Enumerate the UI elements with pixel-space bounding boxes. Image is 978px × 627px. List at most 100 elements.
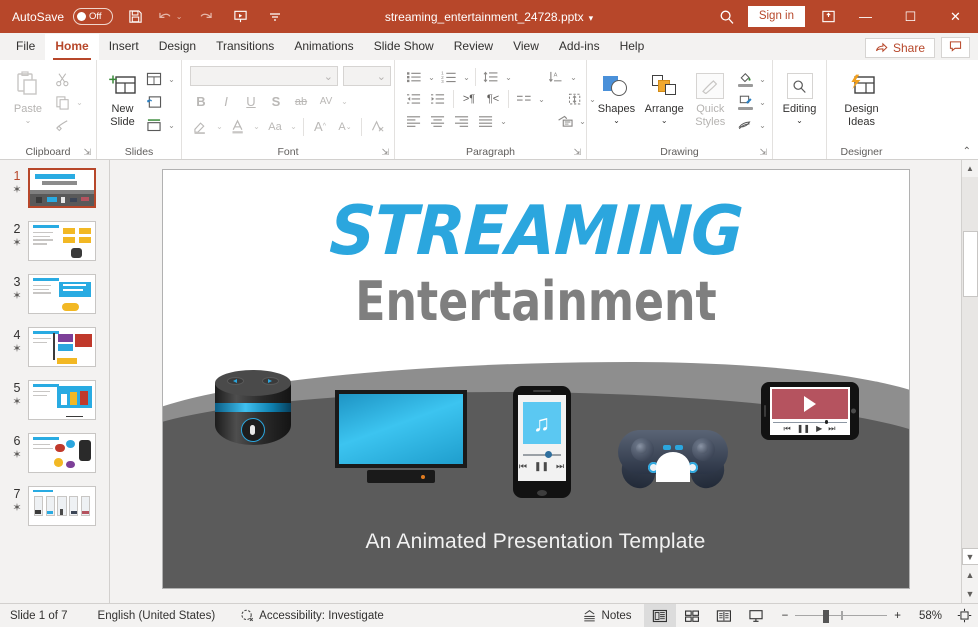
align-right-icon[interactable] (451, 111, 473, 132)
change-case-button[interactable]: Aa (264, 116, 286, 138)
slide-thumbnail-pane[interactable]: 1 ✶ 2 ✶ (0, 160, 110, 603)
fit-slide-to-window-icon[interactable] (950, 608, 978, 623)
character-spacing-button[interactable]: AV (315, 91, 337, 113)
format-painter-icon[interactable] (51, 115, 73, 136)
align-center-icon[interactable] (427, 111, 449, 132)
text-direction-icon[interactable]: A (545, 67, 567, 88)
right-to-left-icon[interactable]: ¶< (482, 89, 504, 110)
justify-icon[interactable] (475, 111, 497, 132)
quick-styles-button[interactable]: Quick Styles (691, 66, 730, 128)
next-slide-icon[interactable]: ▼ (962, 584, 978, 603)
slide-caption-text[interactable]: An Animated Presentation Template (163, 530, 909, 554)
slide-thumbnail-7[interactable]: 7 ✶ (0, 486, 109, 538)
line-spacing-caret-icon[interactable]: ⌄ (504, 73, 513, 82)
customize-quick-access-icon[interactable] (262, 4, 288, 29)
tab-animations[interactable]: Animations (284, 34, 363, 60)
tab-help[interactable]: Help (610, 34, 655, 60)
new-slide-button[interactable]: New Slide (102, 66, 143, 128)
collapse-ribbon-icon[interactable]: ⌃ (963, 146, 971, 157)
justify-caret-icon[interactable]: ⌄ (499, 117, 508, 126)
reset-slide-icon[interactable] (143, 92, 165, 113)
clipboard-dialog-launcher-icon[interactable]: ⇲ (83, 147, 91, 158)
line-spacing-icon[interactable] (480, 67, 502, 88)
start-presentation-icon[interactable] (227, 4, 253, 29)
zoom-control[interactable]: − + 58% (772, 609, 950, 623)
tab-file[interactable]: File (6, 34, 45, 60)
comments-icon[interactable] (941, 37, 970, 58)
slide-thumbnail-5[interactable]: 5 ✶ (0, 380, 109, 432)
zoom-slider[interactable] (795, 609, 887, 623)
columns-icon[interactable] (513, 89, 535, 110)
slide-thumbnail-3[interactable]: 3 ✶ (0, 274, 109, 326)
highlight-caret-icon[interactable]: ⌄ (215, 122, 224, 131)
italic-button[interactable]: I (215, 91, 237, 113)
tab-home[interactable]: Home (45, 34, 98, 60)
text-direction-caret-icon[interactable]: ⌄ (569, 73, 578, 82)
slide-subtitle-text[interactable]: Entertainment (230, 275, 842, 329)
slide-counter[interactable]: Slide 1 of 7 (10, 610, 80, 622)
scroll-thumb[interactable] (963, 231, 978, 297)
redo-icon[interactable] (192, 4, 218, 29)
share-button[interactable]: Share (865, 38, 935, 58)
shapes-button[interactable]: Shapes ⌄ (595, 66, 638, 125)
underline-button[interactable]: U (240, 91, 262, 113)
font-color-icon[interactable] (227, 116, 249, 138)
shape-outline-icon[interactable] (734, 92, 756, 113)
slide-sorter-icon[interactable] (676, 604, 708, 627)
scroll-down-icon[interactable]: ▼ (962, 548, 978, 565)
scroll-track[interactable] (962, 177, 978, 548)
bullets-caret-icon[interactable]: ⌄ (427, 73, 436, 82)
reading-view-icon[interactable] (708, 604, 740, 627)
convert-to-smartart-icon[interactable] (554, 111, 576, 132)
bullets-icon[interactable] (403, 67, 425, 88)
vertical-scrollbar[interactable]: ▲ ▼ ▲ ▼ (961, 160, 978, 603)
zoom-in-button[interactable]: + (894, 610, 901, 622)
bold-button[interactable]: B (190, 91, 212, 113)
notes-button[interactable]: Notes (570, 604, 644, 627)
close-button[interactable]: ✕ (933, 0, 978, 33)
sign-in-button[interactable]: Sign in (748, 6, 805, 27)
scroll-up-icon[interactable]: ▲ (962, 160, 978, 177)
tab-slide-show[interactable]: Slide Show (364, 34, 444, 60)
decrease-indent-icon[interactable] (403, 89, 425, 110)
scissors-icon[interactable] (51, 69, 73, 90)
numbering-icon[interactable]: 123 (438, 67, 460, 88)
zoom-out-button[interactable]: − (782, 610, 789, 622)
font-size-input[interactable]: ⌄ (343, 66, 391, 86)
save-icon[interactable] (122, 4, 148, 29)
autosave-toggle[interactable]: Off (73, 8, 113, 25)
paste-button[interactable]: Paste ⌄ (5, 66, 51, 125)
ribbon-display-options-icon[interactable] (813, 0, 843, 33)
text-shadow-button[interactable]: S (265, 91, 287, 113)
clear-formatting-icon[interactable] (367, 116, 389, 138)
tab-design[interactable]: Design (149, 34, 206, 60)
numbering-caret-icon[interactable]: ⌄ (462, 73, 471, 82)
character-spacing-caret-icon[interactable]: ⌄ (340, 97, 349, 106)
align-left-icon[interactable] (403, 111, 425, 132)
decrease-font-size-button[interactable]: A⌄ (334, 116, 356, 138)
editing-caret-icon[interactable]: ⌄ (796, 116, 803, 125)
design-ideas-button[interactable]: Design Ideas (833, 66, 891, 128)
title-caret-icon[interactable]: ▾ (589, 13, 594, 23)
shape-outline-caret-icon[interactable]: ⌄ (758, 98, 767, 107)
font-color-caret-icon[interactable]: ⌄ (252, 122, 261, 131)
normal-view-icon[interactable] (644, 604, 676, 627)
font-name-input[interactable]: ⌄ (190, 66, 338, 86)
increase-indent-icon[interactable] (427, 89, 449, 110)
strikethrough-button[interactable]: ab (290, 91, 312, 113)
arrange-button[interactable]: Arrange ⌄ (642, 66, 687, 125)
layout-caret-icon[interactable]: ⌄ (167, 75, 176, 84)
arrange-caret-icon[interactable]: ⌄ (661, 116, 668, 125)
copy-caret-icon[interactable]: ⌄ (75, 98, 84, 107)
align-text-icon[interactable] (564, 89, 586, 110)
shape-effects-caret-icon[interactable]: ⌄ (758, 121, 767, 130)
language-indicator[interactable]: English (United States) (80, 610, 228, 622)
section-icon[interactable] (143, 115, 165, 136)
paragraph-dialog-launcher-icon[interactable]: ⇲ (573, 147, 581, 158)
paste-caret-icon[interactable]: ⌄ (25, 116, 32, 125)
tab-transitions[interactable]: Transitions (206, 34, 284, 60)
font-dialog-launcher-icon[interactable]: ⇲ (381, 147, 389, 158)
editing-button[interactable]: Editing ⌄ (778, 66, 821, 125)
slide-show-icon[interactable] (740, 604, 772, 627)
maximize-button[interactable]: ☐ (888, 0, 933, 33)
